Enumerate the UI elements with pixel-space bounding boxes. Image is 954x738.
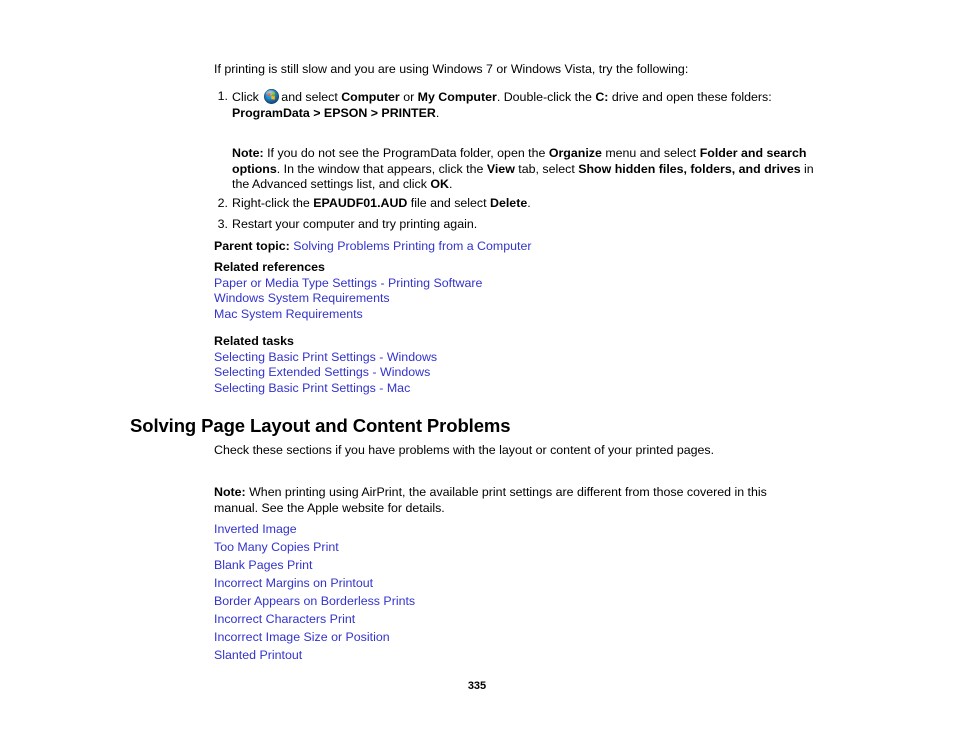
step-text-bold: Delete <box>490 196 528 210</box>
related-task-link-1[interactable]: Selecting Basic Print Settings - Windows <box>214 350 437 366</box>
step-text-fragment: Right-click the <box>232 196 314 210</box>
step-number: 1. <box>217 89 228 103</box>
related-references-block: Related references Paper or Media Type S… <box>214 260 814 322</box>
step-text-bold: ProgramData > EPSON > PRINTER <box>232 105 436 120</box>
step-text-fragment: file and select <box>407 196 491 210</box>
section-note-text: When printing using AirPrint, the availa… <box>214 485 767 515</box>
step-item-1: 1. Click and select Computer or My Compu… <box>214 89 814 121</box>
note-label: Note: <box>232 146 264 161</box>
related-tasks-heading: Related tasks <box>214 334 294 348</box>
section-intro-paragraph: Check these sections if you have problem… <box>214 443 715 457</box>
step-note-block: Note: If you do not see the ProgramData … <box>232 134 817 205</box>
step-text-fragment: and select <box>281 90 342 104</box>
note-bold: View <box>486 161 515 176</box>
topic-link-border-appears-on-borderless-prints[interactable]: Border Appears on Borderless Prints <box>214 592 415 610</box>
parent-topic-label: Parent topic: <box>214 239 290 253</box>
related-task-link-2[interactable]: Selecting Extended Settings - Windows <box>214 365 430 381</box>
step-text: Restart your computer and try printing a… <box>232 216 478 231</box>
step-text-bold: EPAUDF01.AUD <box>313 196 408 210</box>
step-number: 2. <box>217 196 228 210</box>
topic-link-slanted-printout[interactable]: Slanted Printout <box>214 646 302 664</box>
step-note: Note: If you do not see the ProgramData … <box>232 146 817 193</box>
related-reference-link-1[interactable]: Paper or Media Type Settings - Printing … <box>214 276 482 292</box>
note-fragment: If you do not see the ProgramData folder… <box>263 146 549 161</box>
parent-topic-block: Parent topic: Solving Problems Printing … <box>214 239 814 255</box>
note-bold: Organize <box>548 146 602 161</box>
step-text-fragment: . <box>435 105 440 120</box>
step-text: Click and select Computer or My Computer… <box>232 89 772 120</box>
steps-2-3-block: 2. Right-click the EPAUDF01.AUD file and… <box>214 196 814 232</box>
section-intro-block: Check these sections if you have problem… <box>214 443 814 459</box>
step-text-fragment: or <box>399 90 418 104</box>
step-text-bold: C: <box>595 90 609 104</box>
topic-link-incorrect-image-size-or-position[interactable]: Incorrect Image Size or Position <box>214 628 390 646</box>
topic-link-inverted-image[interactable]: Inverted Image <box>214 520 297 538</box>
note-bold: OK <box>430 177 449 192</box>
section-note-label: Note: <box>214 485 246 500</box>
section-heading: Solving Page Layout and Content Problems <box>130 415 511 436</box>
step-item-3: 3. Restart your computer and try printin… <box>214 217 814 233</box>
numbered-steps-part-1: 1. Click and select Computer or My Compu… <box>214 89 814 121</box>
step-text: Right-click the EPAUDF01.AUD file and se… <box>232 196 531 210</box>
related-reference-link-3[interactable]: Mac System Requirements <box>214 307 363 323</box>
intro-paragraph: If printing is still slow and you are us… <box>214 62 689 76</box>
numbered-steps-part-2: 2. Right-click the EPAUDF01.AUD file and… <box>214 196 814 232</box>
topic-links-list: Inverted Image Too Many Copies Print Bla… <box>214 520 814 664</box>
parent-topic-line: Parent topic: Solving Problems Printing … <box>214 239 814 255</box>
note-fragment: . In the window that appears, click the <box>276 161 487 176</box>
step-text-fragment: . <box>527 196 531 210</box>
step-text-bold: Computer <box>341 90 400 104</box>
topic-link-blank-pages-print[interactable]: Blank Pages Print <box>214 556 313 574</box>
page-number: 335 <box>467 680 487 692</box>
note-bold: Show hidden files, folders, and drives <box>578 161 801 176</box>
step-item-2: 2. Right-click the EPAUDF01.AUD file and… <box>214 196 814 212</box>
section-note: Note: When printing using AirPrint, the … <box>214 485 804 516</box>
step-number: 3. <box>217 216 228 231</box>
step-text-fragment: drive and open these folders: <box>608 90 772 104</box>
intro-paragraph-block: If printing is still slow and you are us… <box>214 62 814 78</box>
windows-start-orb-icon <box>264 89 280 104</box>
related-references-heading: Related references <box>214 260 325 274</box>
note-fragment: tab, select <box>514 161 579 176</box>
document-page: If printing is still slow and you are us… <box>0 0 954 738</box>
note-fragment: menu and select <box>601 146 700 161</box>
parent-topic-link[interactable]: Solving Problems Printing from a Compute… <box>293 239 531 253</box>
related-task-link-3[interactable]: Selecting Basic Print Settings - Mac <box>214 381 410 397</box>
step-text-fragment: . Double-click the <box>496 90 596 104</box>
step-1-block: 1. Click and select Computer or My Compu… <box>214 89 814 121</box>
topic-link-incorrect-margins-on-printout[interactable]: Incorrect Margins on Printout <box>214 574 373 592</box>
related-reference-link-2[interactable]: Windows System Requirements <box>214 291 390 307</box>
topic-link-incorrect-characters-print[interactable]: Incorrect Characters Print <box>214 610 355 628</box>
related-tasks-block: Related tasks Selecting Basic Print Sett… <box>214 334 814 396</box>
note-fragment: . <box>448 177 453 192</box>
topic-link-too-many-copies-print[interactable]: Too Many Copies Print <box>214 538 339 556</box>
step-text-bold: My Computer <box>417 90 497 104</box>
step-text-fragment: Click <box>232 90 263 104</box>
